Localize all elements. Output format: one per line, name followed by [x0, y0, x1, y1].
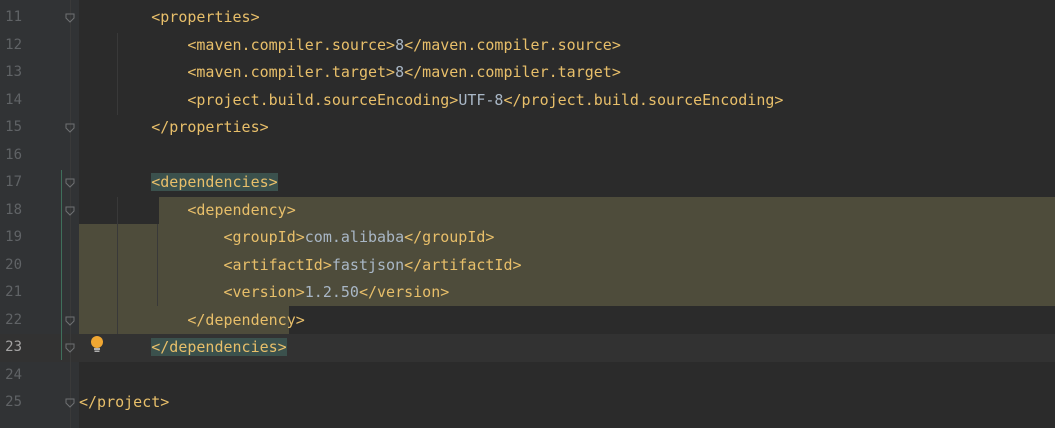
xml-tag: </dependency>	[187, 310, 305, 329]
xml-tag: <dependencies>	[151, 173, 278, 191]
xml-tag: </maven.compiler.source>	[404, 35, 621, 54]
code-line[interactable]: <dependencies>	[79, 169, 278, 197]
xml-text: 1.2.50	[304, 283, 359, 301]
xml-tag: </version>	[358, 283, 450, 301]
code-line[interactable]: <version>1.2.50</version>	[79, 279, 450, 307]
line-number: 16	[5, 146, 22, 163]
code-line[interactable]: </dependency>	[79, 307, 305, 335]
xml-tag: </artifactId>	[404, 255, 522, 274]
code-line[interactable]: </properties>	[79, 114, 269, 142]
xml-tag: </groupId>	[404, 228, 495, 246]
code-line[interactable]: <project.build.sourceEncoding>UTF-8</pro…	[79, 87, 783, 115]
xml-tag: <project.build.sourceEncoding>	[187, 90, 459, 109]
line-number: 20	[5, 256, 22, 273]
line-number: 24	[5, 366, 22, 383]
fold-marker-icon[interactable]	[65, 316, 75, 326]
xml-tag: </dependencies>	[151, 338, 287, 356]
scope-indicator	[61, 170, 62, 360]
xml-tag: <groupId>	[223, 228, 305, 246]
line-number: 12	[5, 36, 22, 53]
code-editor[interactable]: <properties> <maven.compiler.source>8</m…	[0, 0, 1055, 428]
fold-marker-icon[interactable]	[65, 343, 75, 353]
xml-tag: <properties>	[151, 8, 260, 26]
line-number: 19	[5, 229, 22, 245]
xml-text: fastjson	[331, 255, 405, 274]
code-line[interactable]: <groupId>com.alibaba</groupId>	[79, 224, 495, 252]
line-number: 14	[5, 91, 22, 108]
xml-tag: <maven.compiler.source>	[187, 35, 396, 54]
xml-text: com.alibaba	[304, 228, 405, 246]
lightbulb-icon[interactable]	[89, 335, 105, 355]
xml-tag: <version>	[223, 283, 305, 301]
xml-tag: </maven.compiler.target>	[404, 63, 621, 81]
line-number: 18	[5, 201, 22, 218]
fold-marker-icon[interactable]	[65, 178, 75, 188]
xml-text: 8	[395, 63, 405, 81]
line-number: 25	[5, 394, 22, 410]
xml-tag: </properties>	[151, 118, 269, 136]
code-line[interactable]: <dependency>	[79, 197, 296, 225]
xml-tag: <dependency>	[187, 200, 296, 219]
code-line[interactable]: <artifactId>fastjson</artifactId>	[79, 252, 522, 280]
fold-marker-icon[interactable]	[65, 206, 75, 216]
line-number: 15	[5, 119, 22, 135]
xml-tag: <maven.compiler.target>	[187, 63, 396, 81]
xml-tag: <artifactId>	[223, 255, 332, 274]
line-number: 23	[5, 339, 22, 355]
line-number: 21	[5, 284, 22, 300]
code-line[interactable]: <properties>	[79, 4, 260, 32]
xml-tag: </project>	[79, 393, 170, 411]
fold-marker-icon[interactable]	[65, 13, 75, 23]
code-line[interactable]: </project>	[79, 389, 169, 417]
code-line[interactable]: <maven.compiler.target>8</maven.compiler…	[79, 59, 621, 87]
xml-text: 8	[395, 35, 405, 54]
line-number: 17	[5, 174, 22, 190]
line-number: 22	[5, 311, 22, 328]
code-line[interactable]: </dependencies>	[79, 334, 287, 362]
line-number: 11	[5, 9, 22, 25]
fold-marker-icon[interactable]	[65, 123, 75, 133]
xml-tag: </project.build.sourceEncoding>	[503, 90, 784, 109]
fold-marker-icon[interactable]	[65, 398, 75, 408]
line-number: 13	[5, 64, 22, 80]
xml-text: UTF-8	[458, 90, 504, 109]
code-line[interactable]: <maven.compiler.source>8</maven.compiler…	[79, 32, 621, 60]
